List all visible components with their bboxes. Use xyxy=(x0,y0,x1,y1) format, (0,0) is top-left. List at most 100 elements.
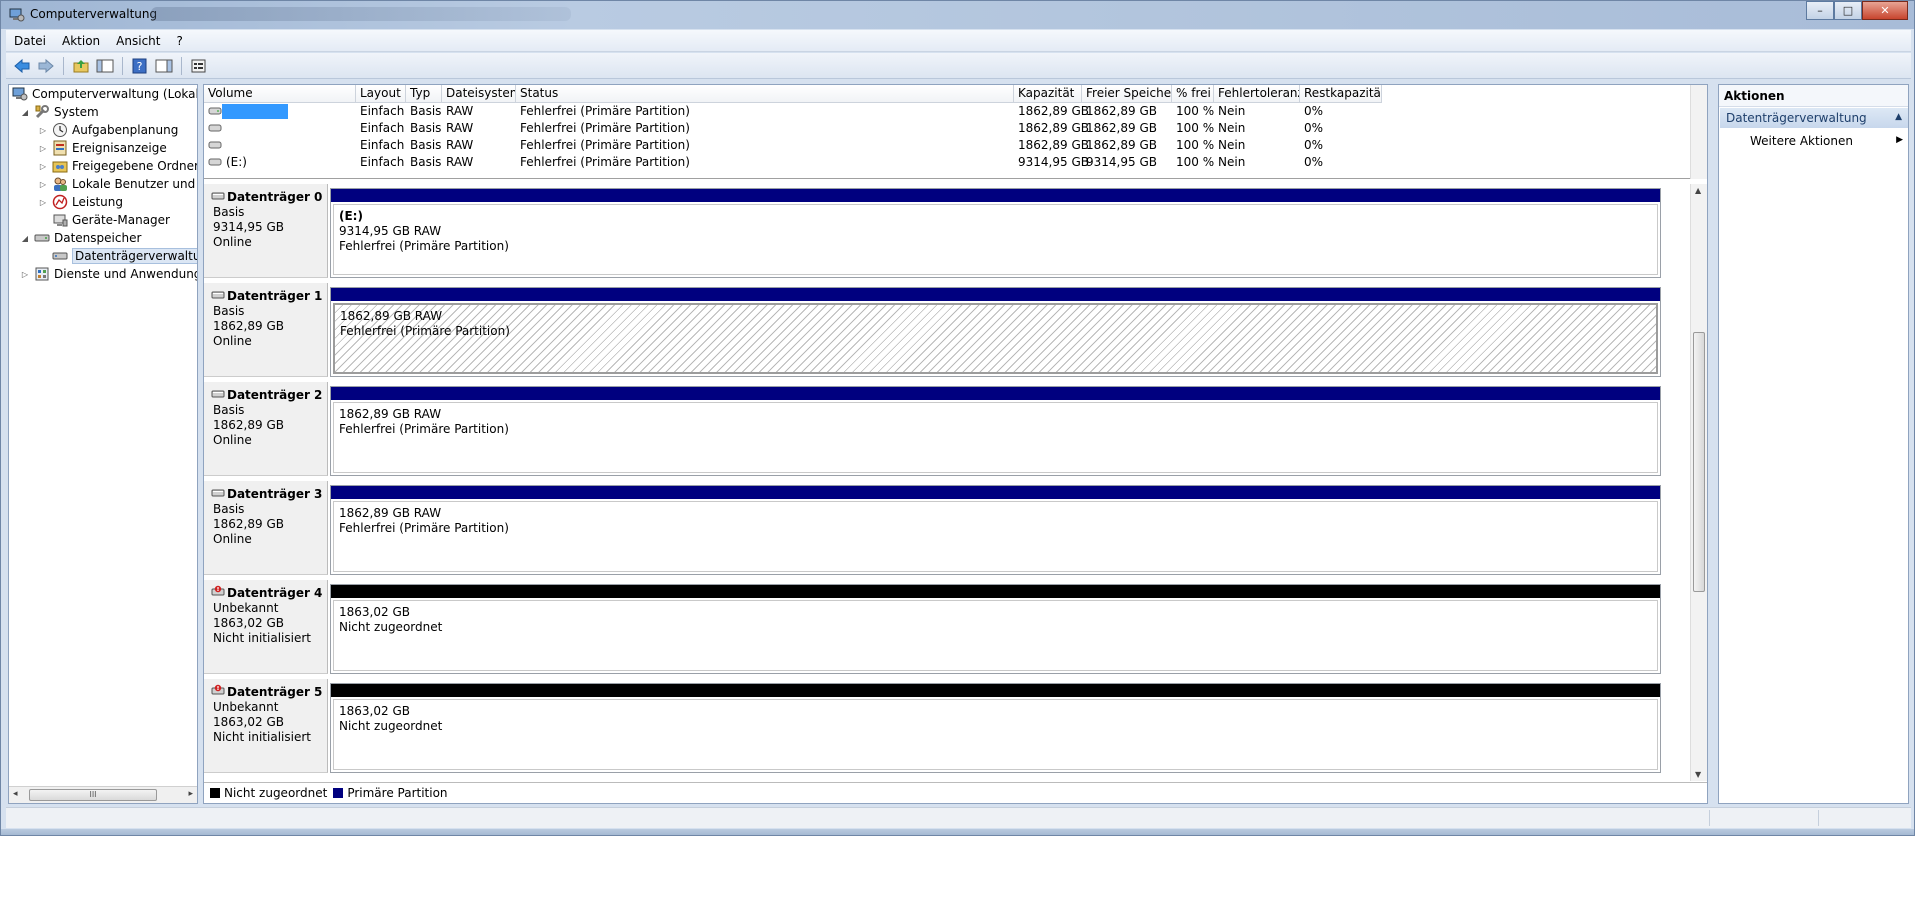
collapse-arrow-icon[interactable]: ◢ xyxy=(20,233,30,243)
menu-aktion[interactable]: Aktion xyxy=(54,34,108,48)
properties-icon[interactable] xyxy=(189,56,209,76)
column-header-restkapazitaet[interactable]: Restkapazität xyxy=(1300,85,1382,103)
column-header-fehlertoleranz[interactable]: Fehlertoleranz xyxy=(1214,85,1300,103)
legend-label: Nicht zugeordnet xyxy=(224,786,328,800)
partition-region[interactable]: 1863,02 GB Nicht zugeordnet xyxy=(330,683,1661,773)
legend-swatch-unallocated xyxy=(210,788,220,798)
expand-arrow-icon[interactable]: ▷ xyxy=(38,143,48,153)
menu-ansicht[interactable]: Ansicht xyxy=(108,34,168,48)
maximize-button[interactable]: □ xyxy=(1834,1,1862,20)
help-icon[interactable]: ? xyxy=(130,56,150,76)
minimize-button[interactable]: – xyxy=(1806,1,1834,20)
cell-dateisystem: RAW xyxy=(446,104,474,118)
tree-item-dienste-anwendungen[interactable]: ▷ Dienste und Anwendungen xyxy=(20,265,197,283)
table-row[interactable]: (E:) Einfach Basis RAW Fehlerfrei (Primä… xyxy=(204,154,1694,171)
volume-list-scrollbar[interactable] xyxy=(1690,85,1707,179)
performance-icon xyxy=(52,194,68,210)
column-header-volume[interactable]: Volume xyxy=(204,85,356,103)
disk-info[interactable]: Datenträger 5 Unbekannt 1863,02 GB Nicht in… xyxy=(204,679,328,773)
tree-item-leistung[interactable]: ▷ Leistung xyxy=(38,193,123,211)
table-row[interactable]: Einfach Basis RAW Fehlerfrei (Primäre Pa… xyxy=(204,120,1694,137)
table-row[interactable]: Einfach Basis RAW Fehlerfrei (Primäre Pa… xyxy=(204,137,1694,154)
partition-body[interactable]: 1863,02 GB Nicht zugeordnet xyxy=(333,699,1658,770)
disk-info[interactable]: Datenträger 0 Basis 9314,95 GB Online xyxy=(204,184,328,278)
column-header-typ[interactable]: Typ xyxy=(406,85,442,103)
legend-swatch-primary xyxy=(333,788,344,798)
tree-item-datenspeicher[interactable]: ◢ Datenspeicher xyxy=(20,229,141,247)
tree-item-lokale-benutzer[interactable]: ▷ Lokale Benutzer und Gr xyxy=(38,175,197,193)
tree-item-system[interactable]: ◢ System xyxy=(20,103,99,121)
close-button[interactable]: ✕ xyxy=(1862,1,1908,20)
column-header-kapazitaet[interactable]: Kapazität xyxy=(1014,85,1082,103)
tree-horizontal-scrollbar[interactable]: ◂ III ▸ xyxy=(9,786,197,803)
partition-region[interactable]: 1862,89 GB RAW Fehlerfrei (Primäre Partit… xyxy=(330,485,1661,575)
drive-icon xyxy=(208,139,222,154)
more-actions-item[interactable]: Weitere Aktionen ▶ xyxy=(1750,134,1905,148)
scroll-up-icon[interactable]: ▲ xyxy=(1695,186,1701,195)
column-header-layout[interactable]: Layout xyxy=(356,85,406,103)
disk-row[interactable]: Datenträger 5 Unbekannt 1863,02 GB Nicht in… xyxy=(204,679,1690,778)
column-header-freier-speicher[interactable]: Freier Speicher xyxy=(1082,85,1172,103)
disk-info[interactable]: Datenträger 1 Basis 1862,89 GB Online xyxy=(204,283,328,377)
disk-view-scrollbar[interactable]: ▲ ▼ xyxy=(1690,184,1707,781)
expand-arrow-icon[interactable]: ▷ xyxy=(38,179,48,189)
scrollbar-thumb[interactable] xyxy=(1693,332,1705,592)
expand-arrow-icon[interactable]: ▷ xyxy=(38,125,48,135)
tree-item-label: Freigegebene Ordner xyxy=(72,159,198,173)
disk-info[interactable]: Datenträger 4 Unbekannt 1863,02 GB Nicht in… xyxy=(204,580,328,674)
scrollbar-thumb[interactable]: III xyxy=(29,789,157,801)
tree-item-freigegebene-ordner[interactable]: ▷ Freigegebene Ordner xyxy=(38,157,198,175)
show-hide-tree-icon[interactable] xyxy=(95,56,115,76)
up-folder-icon[interactable] xyxy=(71,56,91,76)
partition-body[interactable]: 1862,89 GB RAW Fehlerfrei (Primäre Partit… xyxy=(333,303,1658,374)
partition-region[interactable]: 1862,89 GB RAW Fehlerfrei (Primäre Partit… xyxy=(330,386,1661,476)
disk-row[interactable]: Datenträger 2 Basis 1862,89 GB Online 1862,8… xyxy=(204,382,1690,481)
cell-restkapazitaet: 0% xyxy=(1304,138,1324,152)
column-header-prozent-frei[interactable]: % frei xyxy=(1172,85,1214,103)
tree-item-label: Geräte-Manager xyxy=(72,213,170,227)
tree-item-ereignisanzeige[interactable]: ▷ Ereignisanzeige xyxy=(38,139,167,157)
cell-prozent-frei: 100 % xyxy=(1176,155,1215,169)
column-header-dateisystem[interactable]: Dateisystem xyxy=(442,85,516,103)
scroll-left-icon[interactable]: ◂ xyxy=(13,789,18,799)
partition-status: Nicht zugeordnet xyxy=(339,620,443,634)
menu-help[interactable]: ? xyxy=(168,34,190,48)
volume-name-selected[interactable] xyxy=(222,104,288,119)
collapse-arrow-icon[interactable]: ◢ xyxy=(20,107,30,117)
collapse-up-icon[interactable]: ▲ xyxy=(1895,112,1902,122)
partition-region[interactable]: (E:) 9314,95 GB RAW Fehlerfrei (Primäre Pa… xyxy=(330,188,1661,278)
expand-arrow-icon[interactable]: ▷ xyxy=(20,269,30,279)
actions-section-header[interactable]: Datenträgerverwaltung ▲ xyxy=(1720,108,1908,128)
disk-name: Datenträger 5 xyxy=(211,684,327,700)
disk-row[interactable]: Datenträger 4 Unbekannt 1863,02 GB Nicht in… xyxy=(204,580,1690,679)
forward-arrow-icon[interactable] xyxy=(36,56,56,76)
menu-datei[interactable]: Datei xyxy=(6,34,54,48)
tree-item-aufgabenplanung[interactable]: ▷ Aufgabenplanung xyxy=(38,121,178,139)
tree-item-computerverwaltung[interactable]: Computerverwaltung (Lokal) xyxy=(12,85,197,103)
partition-body[interactable]: 1863,02 GB Nicht zugeordnet xyxy=(333,600,1658,671)
title-bar[interactable]: Computerverwaltung – □ ✕ xyxy=(1,1,1914,29)
scroll-down-icon[interactable]: ▼ xyxy=(1695,770,1701,779)
tree-item-geraete-manager[interactable]: Geräte-Manager xyxy=(52,211,170,229)
disk-warning-icon xyxy=(211,684,225,700)
column-header-status[interactable]: Status xyxy=(516,85,1014,103)
expand-arrow-icon[interactable]: ▷ xyxy=(38,197,48,207)
expand-arrow-icon[interactable]: ▷ xyxy=(38,161,48,171)
partition-region[interactable]: 1862,89 GB RAW Fehlerfrei (Primäre Partit… xyxy=(330,287,1661,377)
tree-item-datentraegerverwaltung[interactable]: Datenträgerverwaltung xyxy=(52,247,197,265)
disk-name-label: Datenträger 3 xyxy=(227,486,323,501)
table-row[interactable]: Einfach Basis RAW Fehlerfrei (Primäre Pa… xyxy=(204,103,1694,120)
disk-row[interactable]: Datenträger 0 Basis 9314,95 GB Online (E:) 93… xyxy=(204,184,1690,283)
scroll-right-icon[interactable]: ▸ xyxy=(188,789,193,799)
disk-row[interactable]: Datenträger 3 Basis 1862,89 GB Online 1862,8… xyxy=(204,481,1690,580)
disk-row[interactable]: Datenträger 1 Basis 1862,89 GB Online 1862,8… xyxy=(204,283,1690,382)
partition-body[interactable]: 1862,89 GB RAW Fehlerfrei (Primäre Partit… xyxy=(333,501,1658,572)
back-arrow-icon[interactable] xyxy=(12,56,32,76)
disk-info[interactable]: Datenträger 3 Basis 1862,89 GB Online xyxy=(204,481,328,575)
disk-info[interactable]: Datenträger 2 Basis 1862,89 GB Online xyxy=(204,382,328,476)
partition-body[interactable]: (E:) 9314,95 GB RAW Fehlerfrei (Primäre Pa… xyxy=(333,204,1658,275)
partition-region[interactable]: 1863,02 GB Nicht zugeordnet xyxy=(330,584,1661,674)
svg-text:?: ? xyxy=(137,60,143,73)
show-hide-action-pane-icon[interactable] xyxy=(154,56,174,76)
partition-body[interactable]: 1862,89 GB RAW Fehlerfrei (Primäre Partit… xyxy=(333,402,1658,473)
